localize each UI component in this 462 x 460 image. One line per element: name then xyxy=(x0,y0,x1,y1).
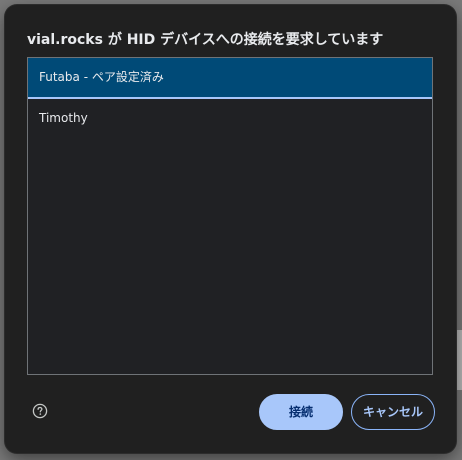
device-item-timothy[interactable]: Timothy xyxy=(28,99,432,137)
device-item-futaba[interactable]: Futaba - ペア設定済み xyxy=(28,58,432,99)
cancel-button[interactable]: キャンセル xyxy=(351,394,435,430)
device-list[interactable]: Futaba - ペア設定済み Timothy xyxy=(27,57,433,375)
help-circle-icon[interactable] xyxy=(32,403,48,419)
dialog-title: vial.rocks が HID デバイスへの接続を要求しています xyxy=(27,32,384,48)
hid-permission-dialog: vial.rocks が HID デバイスへの接続を要求しています Futaba… xyxy=(5,5,456,453)
connect-button[interactable]: 接続 xyxy=(259,394,343,430)
